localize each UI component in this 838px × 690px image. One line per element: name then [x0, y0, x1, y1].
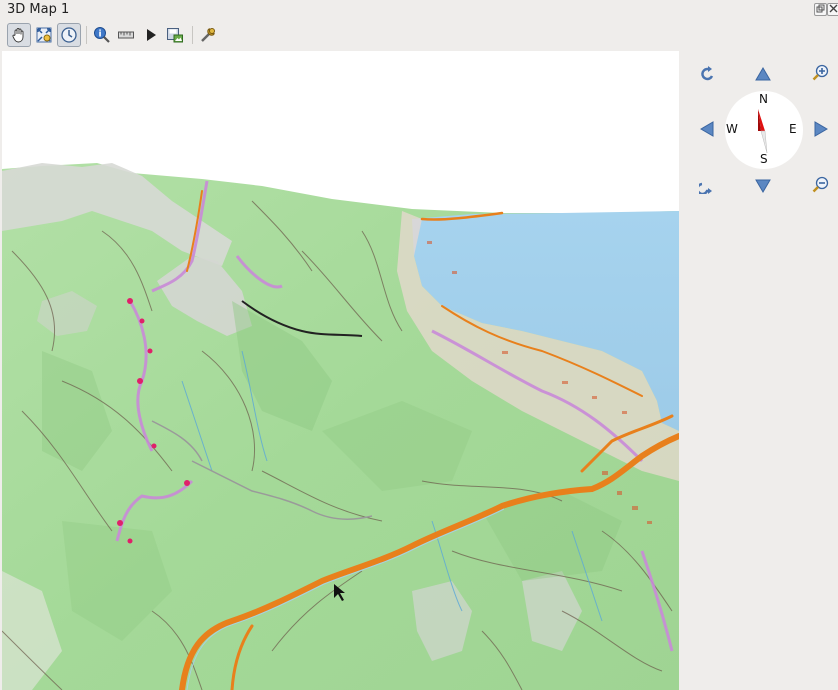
sync-button[interactable]	[57, 23, 81, 47]
save-image-button[interactable]	[163, 23, 187, 47]
window-title: 3D Map 1	[7, 2, 70, 17]
save-image-icon	[167, 28, 183, 43]
arrow-up-icon	[755, 67, 771, 81]
zoom-out-button[interactable]	[810, 174, 832, 196]
rotate-ccw-icon	[701, 66, 714, 81]
arrow-right-icon	[814, 121, 828, 137]
close-icon	[829, 4, 838, 13]
zoom-in-button[interactable]	[810, 62, 832, 84]
navigation-panel: N S E W	[679, 51, 838, 690]
identify-icon: i	[94, 27, 110, 43]
pan-left-button[interactable]	[696, 118, 718, 140]
camera-control-icon	[12, 28, 24, 43]
sync-icon	[61, 27, 77, 43]
svg-text:i: i	[98, 30, 101, 40]
configure-button[interactable]	[196, 23, 220, 47]
pan-right-button[interactable]	[810, 118, 832, 140]
pan-down-button[interactable]	[752, 175, 774, 197]
zoom-full-icon	[36, 27, 52, 43]
measure-line-icon	[118, 31, 134, 39]
toolbar-separator	[86, 26, 87, 44]
pan-up-button[interactable]	[752, 63, 774, 85]
close-window-button[interactable]	[827, 3, 838, 16]
configure-icon	[201, 28, 215, 42]
map-3d-viewport[interactable]	[2, 51, 679, 690]
arrow-left-icon	[700, 121, 714, 137]
camera-control-button[interactable]	[7, 23, 31, 47]
rotate-left-button[interactable]	[696, 63, 718, 85]
float-window-button[interactable]	[814, 3, 827, 16]
animation-play-button[interactable]	[139, 23, 163, 47]
toolbar-separator	[192, 26, 193, 44]
rotate-right-button[interactable]	[696, 175, 718, 197]
window-titlebar: 3D Map 1	[0, 0, 838, 20]
measure-line-button[interactable]	[114, 23, 138, 47]
zoom-in-icon	[812, 64, 829, 81]
arrow-down-icon	[755, 179, 771, 193]
zoom-out-icon	[812, 176, 829, 193]
rotate-cw-icon	[699, 182, 712, 194]
compass-needle-icon	[758, 109, 768, 154]
terrain-render	[2, 51, 679, 690]
compass-widget[interactable]: N S E W	[725, 91, 803, 169]
map-3d-toolbar: i	[0, 22, 838, 50]
float-icon	[816, 4, 825, 13]
identify-button[interactable]: i	[90, 23, 114, 47]
animation-play-icon	[147, 29, 156, 41]
zoom-full-button[interactable]	[32, 23, 56, 47]
